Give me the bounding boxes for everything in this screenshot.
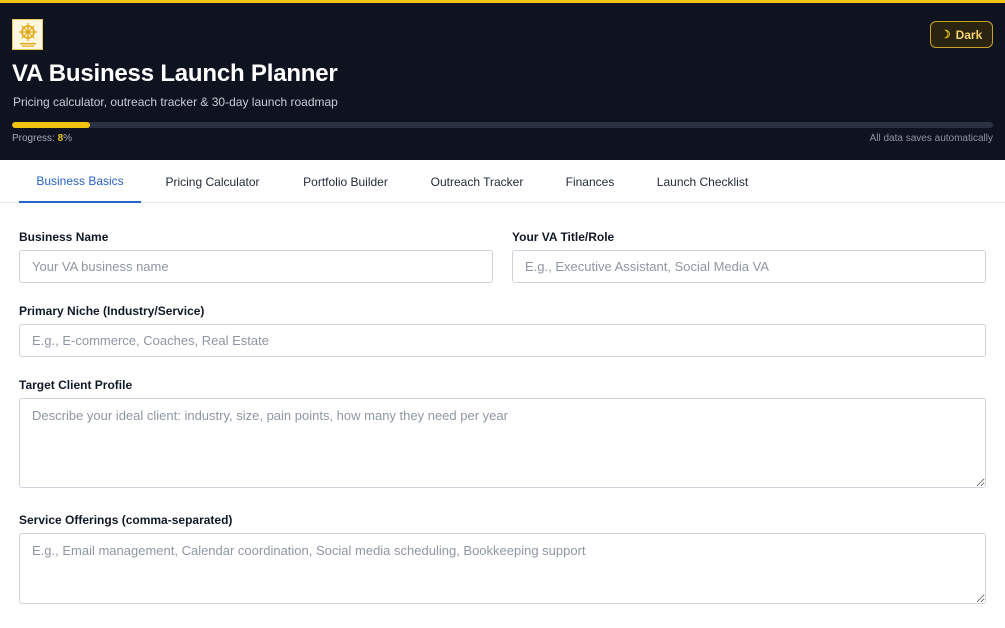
ship-wheel-icon bbox=[18, 22, 37, 47]
tab-launch-checklist[interactable]: Launch Checklist bbox=[633, 160, 772, 203]
progress-bar-fill bbox=[12, 122, 91, 128]
progress-unit: % bbox=[63, 133, 73, 144]
business-name-input[interactable] bbox=[19, 250, 493, 283]
tab-pricing-calculator[interactable]: Pricing Calculator bbox=[141, 160, 284, 203]
va-title-label: Your VA Title/Role bbox=[512, 230, 615, 244]
dark-mode-button[interactable]: ☽ Dark bbox=[930, 21, 993, 48]
autosave-note: All data saves automatically bbox=[869, 133, 993, 144]
target-client-label: Target Client Profile bbox=[19, 378, 133, 392]
tab-business-basics[interactable]: Business Basics bbox=[19, 160, 141, 203]
brand-logo bbox=[12, 19, 43, 50]
page-title: VA Business Launch Planner bbox=[12, 60, 338, 87]
page-subtitle: Pricing calculator, outreach tracker & 3… bbox=[13, 95, 338, 109]
tab-portfolio-builder[interactable]: Portfolio Builder bbox=[284, 160, 407, 203]
progress-text: Progress: 8% bbox=[12, 133, 72, 144]
va-title-input[interactable] bbox=[512, 250, 986, 283]
app-header: ☽ Dark VA Business Launch Planner Pricin… bbox=[0, 0, 1005, 160]
niche-input[interactable] bbox=[19, 324, 986, 357]
progress-label: Progress: bbox=[12, 133, 55, 144]
tab-bar: Business Basics Pricing Calculator Portf… bbox=[0, 160, 1005, 203]
moon-icon: ☽ bbox=[940, 29, 951, 41]
niche-label: Primary Niche (Industry/Service) bbox=[19, 304, 205, 318]
progress-bar bbox=[12, 122, 993, 128]
services-label: Service Offerings (comma-separated) bbox=[19, 513, 233, 527]
tab-outreach-tracker[interactable]: Outreach Tracker bbox=[407, 160, 547, 203]
business-name-label: Business Name bbox=[19, 230, 109, 244]
target-client-textarea[interactable] bbox=[19, 398, 986, 488]
services-textarea[interactable] bbox=[19, 533, 986, 604]
dark-mode-label: Dark bbox=[955, 27, 983, 42]
tab-finances[interactable]: Finances bbox=[547, 160, 633, 203]
